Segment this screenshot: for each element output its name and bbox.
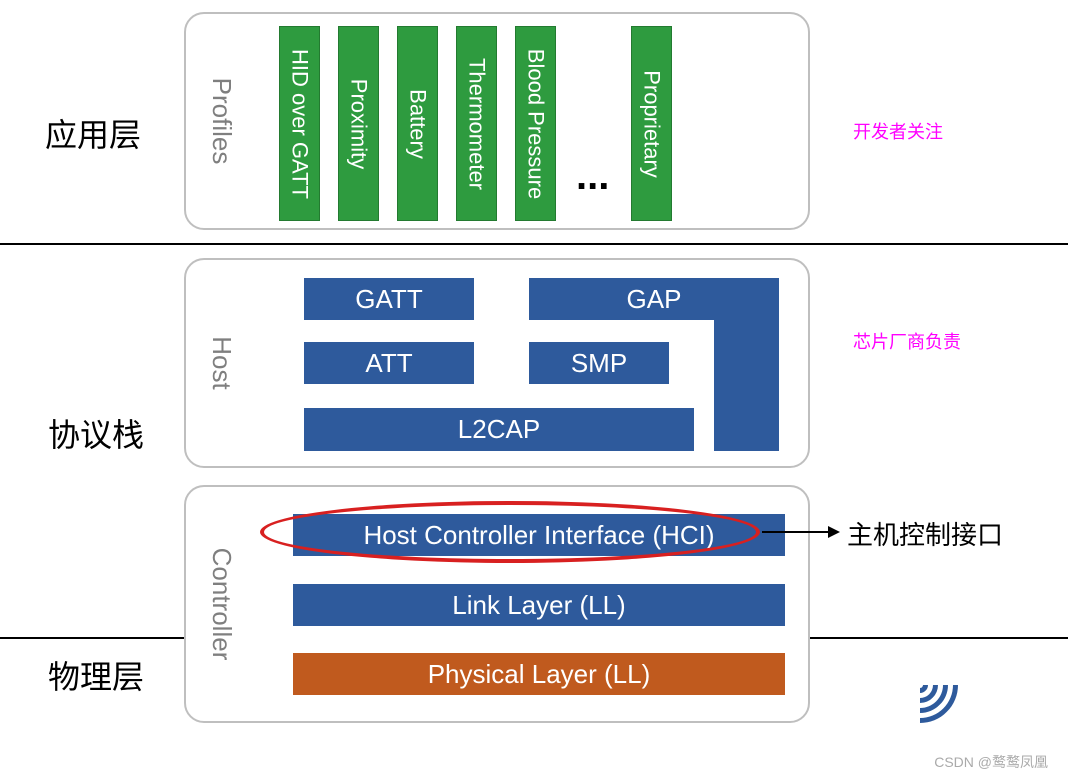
- panel-profiles-label: Profiles: [206, 78, 237, 165]
- profile-hid: HID over GATT: [279, 26, 320, 221]
- box-gatt: GATT: [304, 278, 474, 320]
- panel-profiles: Profiles HID over GATT Proximity Battery…: [184, 12, 810, 230]
- profile-battery: Battery: [397, 26, 438, 221]
- hci-arrow-line: [762, 531, 830, 533]
- label-physical-layer: 物理层: [48, 652, 144, 698]
- note-developer: 开发者关注: [853, 118, 943, 144]
- profile-proprietary-label: Proprietary: [639, 70, 665, 178]
- label-protocol-stack: 协议栈: [48, 410, 144, 456]
- profile-proprietary: Proprietary: [631, 26, 672, 221]
- profile-thermometer: Thermometer: [456, 26, 497, 221]
- watermark: CSDN @鹜鹜凤凰: [934, 752, 1048, 772]
- panel-host-label: Host: [206, 336, 237, 389]
- wireless-icon: [878, 643, 963, 728]
- profile-thermometer-label: Thermometer: [464, 57, 490, 189]
- box-gap: GAP: [529, 278, 779, 320]
- profile-proximity: Proximity: [338, 26, 379, 221]
- panel-host: Host GATT GAP ATT SMP L2CAP: [184, 258, 810, 468]
- divider-1: [0, 243, 1068, 245]
- profile-proximity-label: Proximity: [346, 78, 372, 168]
- box-att: ATT: [304, 342, 474, 384]
- box-l2cap: L2CAP: [304, 408, 694, 451]
- box-link-layer: Link Layer (LL): [293, 584, 785, 626]
- note-vendor: 芯片厂商负责: [853, 328, 961, 354]
- hci-arrow-head: [828, 526, 840, 538]
- profile-bp-label: Blood Pressure: [523, 48, 549, 198]
- profiles-ellipsis: ...: [576, 154, 609, 199]
- label-hci-desc: 主机控制接口: [847, 515, 1003, 552]
- wifi-arc-4: [866, 631, 973, 738]
- panel-controller-label: Controller: [206, 548, 237, 661]
- box-gap-bar: [714, 320, 779, 451]
- diagram-canvas: 应用层 协议栈 物理层 开发者关注 芯片厂商负责 Profiles HID ov…: [0, 0, 1068, 780]
- box-smp: SMP: [529, 342, 669, 384]
- profile-bp: Blood Pressure: [515, 26, 556, 221]
- label-application-layer: 应用层: [45, 110, 141, 156]
- box-hci: Host Controller Interface (HCI): [293, 514, 785, 556]
- profile-battery-label: Battery: [405, 89, 431, 159]
- box-physical-layer: Physical Layer (LL): [293, 653, 785, 695]
- panel-controller: Controller Host Controller Interface (HC…: [184, 485, 810, 723]
- profile-hid-label: HID over GATT: [287, 49, 313, 199]
